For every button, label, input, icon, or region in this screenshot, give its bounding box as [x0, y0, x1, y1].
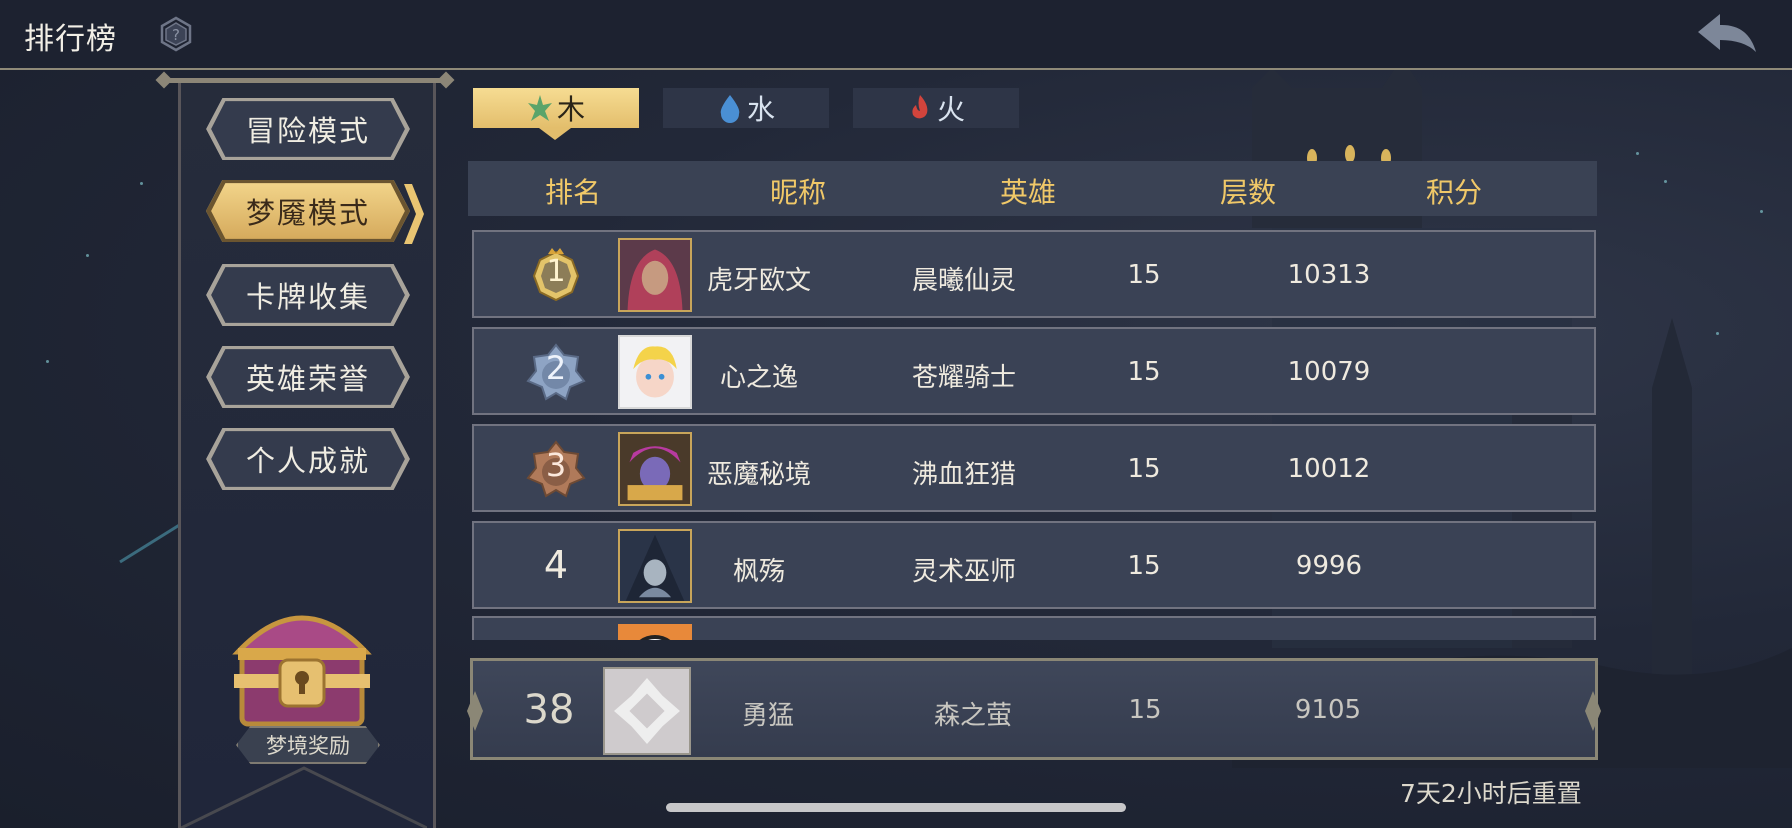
avatar: [618, 335, 692, 409]
dream-reward-label[interactable]: 梦境奖励: [236, 726, 380, 764]
header-hero: 英雄: [999, 176, 1056, 209]
table-row-partial[interactable]: [472, 616, 1596, 640]
reset-countdown: 7天2小时后重置: [1400, 779, 1582, 808]
hero-name: 苍耀骑士: [911, 363, 1016, 393]
floors: 15: [1127, 454, 1161, 484]
my-hero-name: 森之萤: [933, 701, 1012, 731]
hero-name: 灵术巫师: [911, 557, 1016, 587]
mode-button-nightmare[interactable]: 梦魇模式: [206, 180, 410, 242]
mode-button-hero-honor[interactable]: 英雄荣誉: [206, 346, 410, 408]
page-title: 排行榜: [24, 22, 117, 57]
mode-button-adventure[interactable]: 冒险模式: [206, 98, 410, 160]
star-decoration: [46, 360, 49, 363]
header-nickname: 昵称: [769, 176, 826, 209]
back-arrow-icon[interactable]: [1696, 12, 1758, 58]
home-indicator[interactable]: [666, 803, 1126, 812]
nickname: 心之逸: [719, 363, 798, 393]
hero-name: 沸血狂猎: [911, 460, 1016, 490]
treasure-chest-icon[interactable]: [228, 590, 376, 730]
hero-name: 晨曦仙灵: [911, 266, 1016, 296]
rod-cap-left: [155, 71, 173, 89]
banner-rod: [160, 78, 450, 83]
floors: 15: [1127, 357, 1161, 387]
score: 10012: [1287, 454, 1371, 484]
star-decoration: [1716, 332, 1719, 335]
star-decoration: [86, 254, 89, 257]
active-tab-pointer: [539, 128, 571, 140]
top-bar: 排行榜 ?: [0, 0, 1792, 70]
table-row[interactable]: 3 恶魔秘境 沸血狂猎 15 10012: [472, 424, 1596, 512]
active-mode-indicator: [404, 184, 424, 244]
nickname: 恶魔秘境: [706, 460, 811, 490]
star-decoration: [140, 182, 143, 185]
rod-cap-right: [437, 71, 455, 89]
tab-fire[interactable]: 火: [853, 88, 1019, 128]
rank-number: 4: [543, 543, 569, 587]
question-hexagon-icon[interactable]: ?: [158, 16, 194, 52]
row-edge-ornament-right: [1585, 691, 1601, 731]
water-drop-icon: [720, 95, 740, 123]
my-floors: 15: [1128, 695, 1162, 725]
table-row[interactable]: 4 枫殇 灵术巫师 15 9996: [472, 521, 1596, 609]
score: 10079: [1287, 357, 1371, 387]
avatar: [618, 529, 692, 603]
score: 10313: [1287, 260, 1371, 290]
default-avatar-icon: [603, 667, 691, 755]
header-floors: 层数: [1219, 176, 1276, 209]
mode-button-personal-achievement[interactable]: 个人成就: [206, 428, 410, 490]
star-decoration: [1664, 180, 1667, 183]
header-rank: 排名: [544, 176, 601, 209]
table-row[interactable]: 1 虎牙欧文 晨曦仙灵 15 10313: [472, 230, 1596, 318]
leaf-icon: [527, 95, 552, 121]
nickname: 虎牙欧文: [706, 266, 811, 296]
star-decoration: [1636, 152, 1639, 155]
floors: 15: [1127, 260, 1161, 290]
banner-tail-decoration: [181, 766, 427, 828]
table-header: 排名 昵称 英雄 层数 积分: [468, 161, 1597, 216]
my-score: 9105: [1294, 695, 1362, 725]
svg-text:?: ?: [172, 26, 180, 44]
floors: 15: [1127, 551, 1161, 581]
avatar: [618, 432, 692, 506]
header-score: 积分: [1425, 176, 1482, 209]
score: 9996: [1295, 551, 1363, 581]
nickname: 枫殇: [732, 557, 785, 587]
my-nickname: 勇猛: [741, 701, 794, 731]
mode-button-card-collection[interactable]: 卡牌收集: [206, 264, 410, 326]
fire-icon: [912, 95, 928, 119]
avatar: [618, 238, 692, 312]
row-edge-ornament-left: [467, 691, 483, 731]
avatar: [618, 624, 692, 640]
rank-number: 1: [546, 254, 566, 289]
rank-number: 2: [545, 349, 567, 387]
tab-water[interactable]: 水: [663, 88, 829, 128]
my-rank-number: 38: [523, 687, 575, 733]
star-decoration: [1760, 210, 1763, 213]
tab-wood[interactable]: 木: [473, 88, 639, 128]
my-rank-row[interactable]: 38 勇猛 森之萤 15 9105: [467, 658, 1601, 760]
table-row[interactable]: 2 心之逸 苍耀骑士 15 10079: [472, 327, 1596, 415]
rank-number: 3: [545, 446, 567, 484]
